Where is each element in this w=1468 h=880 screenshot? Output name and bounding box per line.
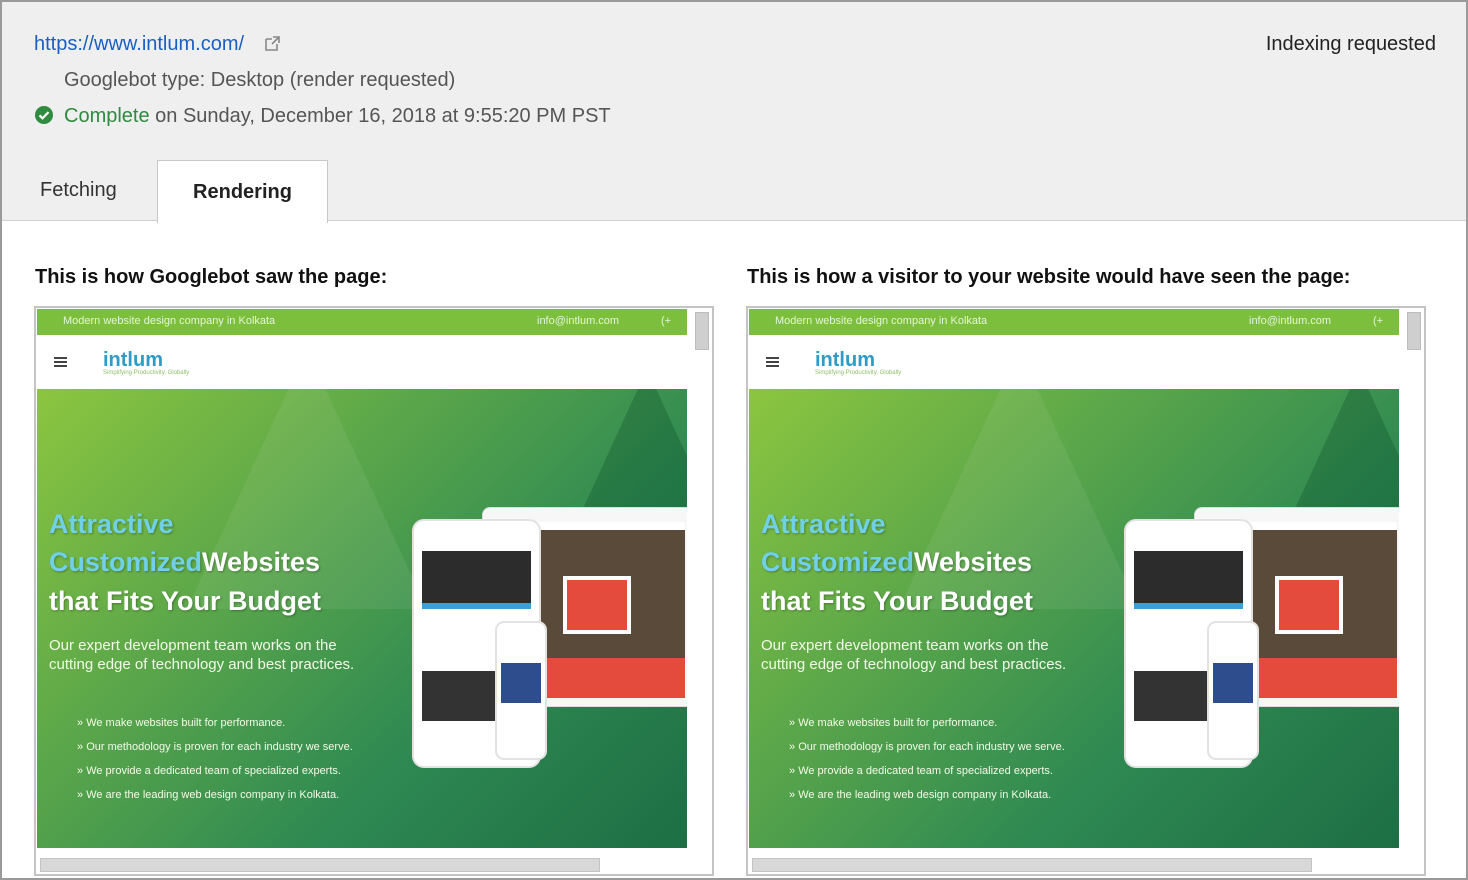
hero-headline-3: that Fits Your Budget xyxy=(761,586,1033,616)
site-topbar: Modern website design company in Kolkata… xyxy=(37,309,687,335)
external-link-icon[interactable] xyxy=(263,35,281,53)
inspected-url-link[interactable]: https://www.intlum.com/ xyxy=(34,33,244,56)
list-item: » We make websites built for performance… xyxy=(789,717,998,729)
logo-text: intlum xyxy=(103,349,163,371)
vertical-scrollbar[interactable] xyxy=(1407,312,1421,350)
horizontal-scrollbar[interactable] xyxy=(752,858,1312,872)
googlebot-caption: This is how Googlebot saw the page: xyxy=(35,266,388,288)
hamburger-menu-icon xyxy=(54,357,67,367)
site-logo: intlum Simplifying Productivity. Globally xyxy=(103,349,189,376)
horizontal-scrollbar[interactable] xyxy=(40,858,600,872)
list-item: » We make websites built for performance… xyxy=(77,717,286,729)
hamburger-menu-icon xyxy=(766,357,779,367)
hero-banner: Attractive CustomizedWebsites that Fits … xyxy=(749,389,1399,848)
list-item: » We provide a dedicated team of special… xyxy=(77,765,341,777)
hero-description: Our expert development team works on the… xyxy=(49,637,355,673)
list-item: » We provide a dedicated team of special… xyxy=(789,765,1053,777)
hero-description: Our expert development team works on the… xyxy=(761,637,1067,673)
phone-mockup xyxy=(1207,621,1259,760)
googlebot-type: Googlebot type: Desktop (render requeste… xyxy=(64,69,456,91)
check-circle-icon xyxy=(35,106,53,124)
site-navbar: intlum Simplifying Productivity. Globally xyxy=(37,335,687,389)
hero-banner: Attractive CustomizedWebsites that Fits … xyxy=(37,389,687,848)
vertical-scrollbar[interactable] xyxy=(695,312,709,350)
inspection-frame: https://www.intlum.com/ Indexing request… xyxy=(0,0,1468,880)
inspection-header: https://www.intlum.com/ Indexing request… xyxy=(2,2,1466,223)
topbar-tagline: Modern website design company in Kolkata xyxy=(775,315,988,327)
hero-bullet-list: » We make websites built for performance… xyxy=(77,717,353,813)
tab-fetching[interactable]: Fetching xyxy=(40,179,117,202)
topbar-email: info@intlum.com xyxy=(537,315,620,327)
logo-tagline: Simplifying Productivity. Globally xyxy=(815,370,902,376)
hero-headline-3: that Fits Your Budget xyxy=(49,586,321,616)
list-item: » We are the leading web design company … xyxy=(789,789,1052,801)
phone-mockup xyxy=(495,621,547,760)
logo-tagline: Simplifying Productivity. Globally xyxy=(103,370,190,376)
topbar-phone: (+ xyxy=(1373,315,1384,327)
list-item: » We are the leading web design company … xyxy=(77,789,340,801)
list-item: » Our methodology is proven for each ind… xyxy=(789,741,1065,753)
fetch-status: Complete on Sunday, December 16, 2018 at… xyxy=(64,105,611,128)
hero-headline-1: Attractive xyxy=(49,509,174,539)
status-timestamp: on Sunday, December 16, 2018 at 9:55:20 … xyxy=(149,105,611,127)
hero-headline-1: Attractive xyxy=(761,509,886,539)
tab-rendering-label: Rendering xyxy=(193,181,292,203)
rendered-page-preview: Modern website design company in Kolkata… xyxy=(37,309,687,848)
googlebot-render-panel[interactable]: Modern website design company in Kolkata… xyxy=(34,306,714,876)
tab-rendering[interactable]: Rendering xyxy=(157,160,328,223)
visitor-render-panel[interactable]: Modern website design company in Kolkata… xyxy=(746,306,1426,876)
logo-text: intlum xyxy=(815,349,875,371)
topbar-tagline: Modern website design company in Kolkata xyxy=(63,315,276,327)
site-logo: intlum Simplifying Productivity. Globally xyxy=(815,349,901,376)
site-navbar: intlum Simplifying Productivity. Globally xyxy=(749,335,1399,389)
visitor-caption: This is how a visitor to your website wo… xyxy=(747,266,1351,288)
topbar-phone: (+ xyxy=(661,315,672,327)
hero-headline-2: CustomizedWebsites xyxy=(761,547,1033,577)
status-complete-label: Complete xyxy=(64,105,150,127)
hero-headline-2: CustomizedWebsites xyxy=(49,547,321,577)
topbar-email: info@intlum.com xyxy=(1249,315,1332,327)
indexing-status: Indexing requested xyxy=(1265,33,1436,55)
rendered-page-preview: Modern website design company in Kolkata… xyxy=(749,309,1399,848)
site-topbar: Modern website design company in Kolkata… xyxy=(749,309,1399,335)
list-item: » Our methodology is proven for each ind… xyxy=(77,741,353,753)
hero-bullet-list: » We make websites built for performance… xyxy=(789,717,1065,813)
